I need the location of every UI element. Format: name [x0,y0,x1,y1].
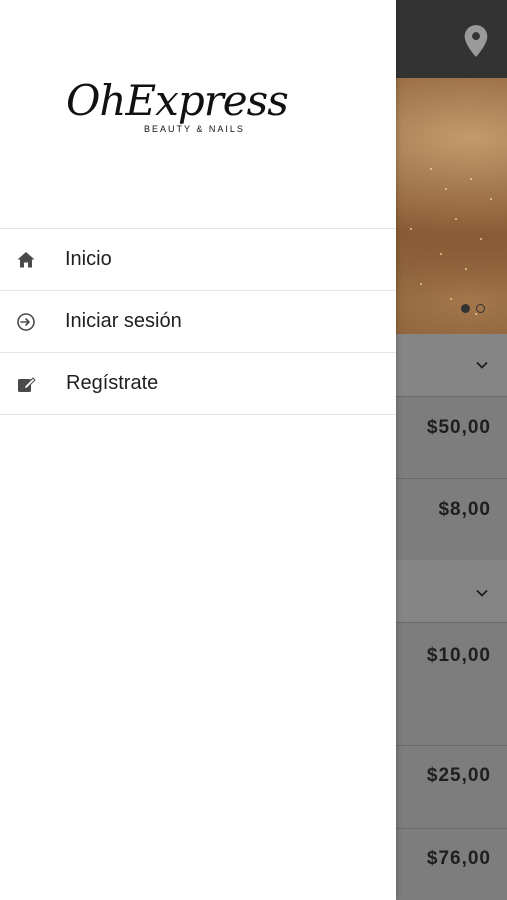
carousel-indicator [461,304,485,313]
menu-item-label: Regístrate [66,372,159,394]
chevron-down-icon [476,589,488,597]
home-icon [17,251,35,267]
menu-item-iniciar-sesion[interactable]: Iniciar sesión [0,291,396,353]
menu-item-label: Inicio [65,248,112,270]
location-pin-icon[interactable] [462,24,490,58]
edit-icon [18,376,36,392]
chevron-down-icon [476,361,488,369]
menu-item-label: Iniciar sesión [65,310,182,332]
price-label: $8,00 [438,499,491,520]
logo-script-text: OhExpress [66,76,289,125]
price-label: $76,00 [426,848,491,869]
price-label: $10,00 [426,645,491,666]
brand-logo: OhExpress BEAUTY & NAILS [60,76,340,156]
sign-in-icon [17,312,35,331]
carousel-dot-active[interactable] [461,304,470,313]
price-label: $25,00 [426,765,491,786]
menu-item-registrate[interactable]: Regístrate [0,353,396,415]
drawer-menu: Inicio Iniciar sesión Regístrate [0,228,396,415]
logo-tagline: BEAUTY & NAILS [144,124,245,134]
carousel-dot[interactable] [476,304,485,313]
price-label: $50,00 [426,417,491,438]
navigation-drawer: OhExpress BEAUTY & NAILS Inicio Iniciar … [0,0,396,900]
menu-item-inicio[interactable]: Inicio [0,229,396,291]
